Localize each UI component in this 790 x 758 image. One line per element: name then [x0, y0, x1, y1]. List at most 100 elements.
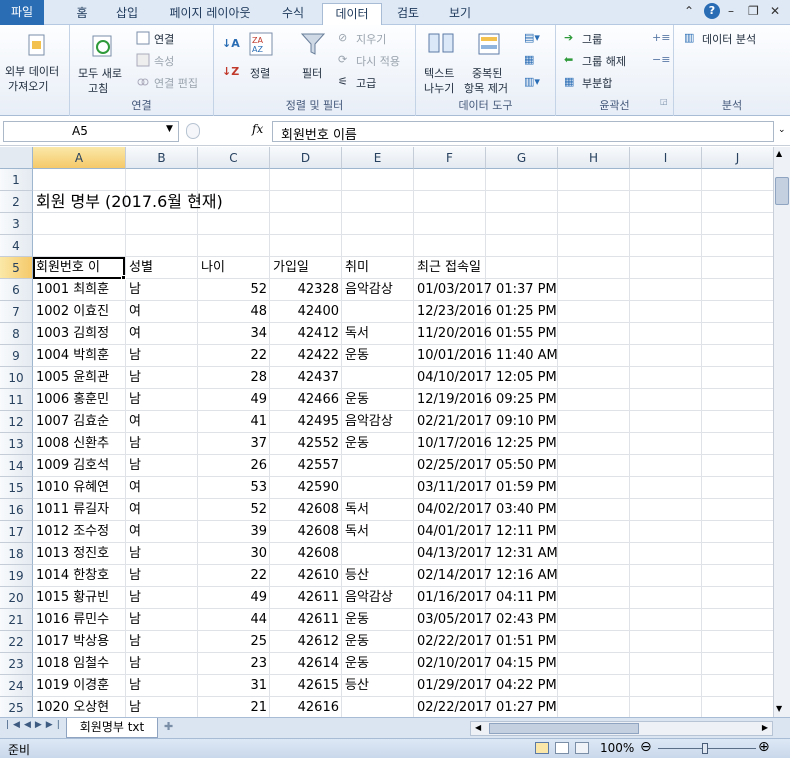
sort-az-icon[interactable]: ↓A: [222, 37, 240, 50]
row-header-23[interactable]: 23: [0, 653, 33, 675]
row-header-16[interactable]: 16: [0, 499, 33, 521]
edit-links-label[interactable]: 연결 편집: [154, 75, 198, 91]
cell[interactable]: [486, 235, 558, 257]
what-if-icon[interactable]: ▥▾: [524, 75, 540, 88]
tab-home[interactable]: 홈: [62, 3, 102, 25]
cell[interactable]: [270, 191, 342, 213]
scroll-down-icon[interactable]: ▼: [776, 704, 782, 713]
cell[interactable]: [558, 499, 630, 521]
normal-view-icon[interactable]: [535, 742, 549, 754]
advanced-label[interactable]: 고급: [356, 75, 376, 91]
cell[interactable]: [198, 169, 270, 191]
cell[interactable]: [270, 235, 342, 257]
cell[interactable]: [558, 301, 630, 323]
column-header-j[interactable]: J: [702, 147, 773, 169]
row-header-25[interactable]: 25: [0, 697, 33, 717]
cell[interactable]: [558, 521, 630, 543]
cell[interactable]: [702, 675, 773, 697]
row-header-7[interactable]: 7: [0, 301, 33, 323]
cell[interactable]: [702, 367, 773, 389]
cell[interactable]: [702, 389, 773, 411]
data-validation-icon[interactable]: ▤▾: [524, 31, 540, 44]
column-header-c[interactable]: C: [198, 147, 270, 169]
row-header-17[interactable]: 17: [0, 521, 33, 543]
row-header-10[interactable]: 10: [0, 367, 33, 389]
cell[interactable]: [702, 543, 773, 565]
row-header-5[interactable]: 5: [0, 257, 33, 279]
external-data-label-2[interactable]: 가져오기: [8, 78, 48, 94]
cell[interactable]: [126, 169, 198, 191]
cell[interactable]: [702, 213, 773, 235]
group-button[interactable]: 그룹: [582, 31, 602, 47]
cell[interactable]: [270, 169, 342, 191]
cell[interactable]: [702, 587, 773, 609]
row-header-11[interactable]: 11: [0, 389, 33, 411]
sheet-tab-member-list[interactable]: 회원명부 txt: [66, 718, 158, 738]
cell[interactable]: [702, 609, 773, 631]
cell[interactable]: [33, 235, 126, 257]
cell[interactable]: [558, 279, 630, 301]
cell[interactable]: [702, 345, 773, 367]
cell[interactable]: [558, 191, 630, 213]
cell[interactable]: [702, 191, 773, 213]
cell[interactable]: [558, 213, 630, 235]
cell[interactable]: [702, 433, 773, 455]
row-header-19[interactable]: 19: [0, 565, 33, 587]
zoom-out-icon[interactable]: ⊖: [640, 739, 652, 755]
cell[interactable]: [342, 213, 414, 235]
cell[interactable]: [630, 653, 702, 675]
formula-input[interactable]: 회원번호 이름: [272, 121, 774, 143]
cell[interactable]: [414, 213, 486, 235]
cell[interactable]: [630, 587, 702, 609]
cell[interactable]: [702, 323, 773, 345]
zoom-level[interactable]: 100%: [600, 741, 634, 755]
cell[interactable]: [702, 477, 773, 499]
clear-label[interactable]: 지우기: [356, 31, 386, 47]
refresh-all-label[interactable]: 모두 새로: [78, 65, 122, 81]
text-to-columns-label[interactable]: 텍스트: [424, 65, 454, 81]
cell[interactable]: [126, 235, 198, 257]
cell[interactable]: [558, 697, 630, 717]
cell[interactable]: [198, 213, 270, 235]
page-break-view-icon[interactable]: [575, 742, 589, 754]
hide-detail-icon[interactable]: −≡: [652, 53, 670, 66]
expand-formula-bar-icon[interactable]: ⌄: [778, 125, 786, 135]
cell[interactable]: [33, 213, 126, 235]
cell[interactable]: [342, 169, 414, 191]
cell[interactable]: [630, 301, 702, 323]
row-header-3[interactable]: 3: [0, 213, 33, 235]
scroll-up-icon[interactable]: ▲: [776, 149, 782, 158]
sort-label[interactable]: 정렬: [250, 65, 270, 81]
cell[interactable]: [702, 411, 773, 433]
cell[interactable]: [630, 455, 702, 477]
cell[interactable]: [414, 235, 486, 257]
page-layout-view-icon[interactable]: [555, 742, 569, 754]
cell[interactable]: [630, 499, 702, 521]
cell[interactable]: [558, 675, 630, 697]
cell[interactable]: [342, 367, 414, 389]
cell[interactable]: [558, 257, 630, 279]
cell[interactable]: [630, 279, 702, 301]
cell[interactable]: [702, 565, 773, 587]
cell[interactable]: [558, 609, 630, 631]
cell[interactable]: [414, 169, 486, 191]
cell[interactable]: [342, 543, 414, 565]
vertical-scroll-thumb[interactable]: [775, 177, 789, 205]
cell[interactable]: [630, 169, 702, 191]
column-header-f[interactable]: F: [414, 147, 486, 169]
insert-sheet-icon[interactable]: ✚: [164, 720, 173, 733]
cell[interactable]: [630, 367, 702, 389]
cell[interactable]: [702, 697, 773, 717]
cell[interactable]: [630, 235, 702, 257]
cell[interactable]: [702, 455, 773, 477]
text-to-columns-label-2[interactable]: 나누기: [424, 80, 454, 96]
show-detail-icon[interactable]: +≡: [652, 31, 670, 44]
tab-insert[interactable]: 삽입: [104, 3, 150, 25]
cell[interactable]: [702, 301, 773, 323]
cell[interactable]: [558, 455, 630, 477]
formula-bar-splitter-icon[interactable]: [186, 123, 200, 139]
properties-label[interactable]: 속성: [154, 53, 174, 69]
cell[interactable]: [630, 323, 702, 345]
row-header-18[interactable]: 18: [0, 543, 33, 565]
column-header-e[interactable]: E: [342, 147, 414, 169]
